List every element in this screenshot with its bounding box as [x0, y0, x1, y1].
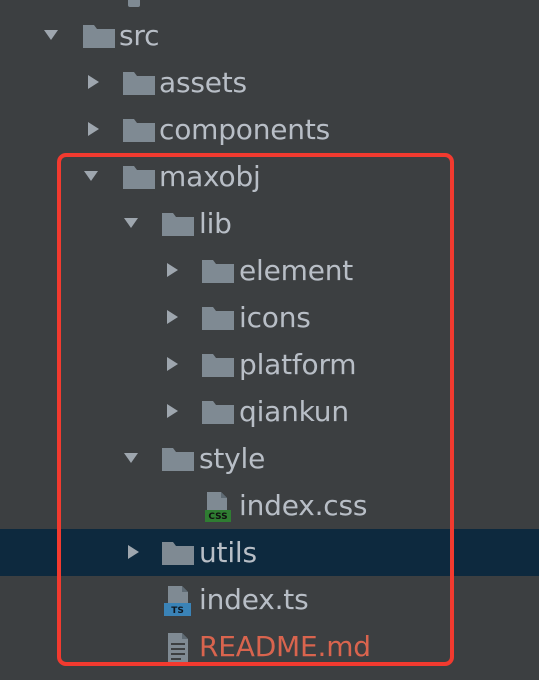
project-tree: src assets components maxobj lib element… — [0, 0, 539, 680]
highlight-box — [57, 153, 454, 666]
folder-icon — [82, 23, 116, 49]
tree-item-label: src — [119, 19, 160, 52]
folder-icon — [122, 117, 156, 143]
chevron-down-icon[interactable] — [42, 26, 60, 44]
tree-item-label: assets — [159, 66, 247, 99]
tree-item-src[interactable]: src — [0, 12, 539, 59]
chevron-right-icon[interactable] — [84, 120, 102, 138]
tree-item-assets[interactable]: assets — [0, 59, 539, 106]
tree-item-components[interactable]: components — [0, 106, 539, 153]
tree-item-label: components — [159, 113, 330, 146]
folder-icon — [122, 70, 156, 96]
tree-top-stub — [128, 0, 140, 7]
chevron-right-icon[interactable] — [84, 73, 102, 91]
